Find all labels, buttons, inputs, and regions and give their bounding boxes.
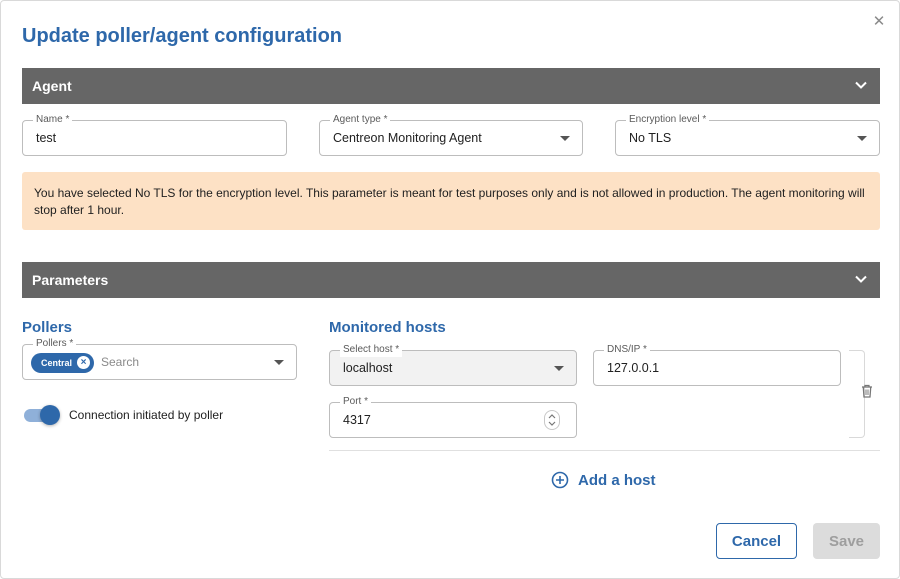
parameters-section-header[interactable]: Parameters (22, 262, 880, 298)
update-config-dialog: Update poller/agent configuration ✕ Agen… (0, 0, 900, 579)
add-host-button[interactable]: Add a host (551, 471, 656, 489)
hosts-divider (329, 450, 880, 451)
dropdown-arrow-icon[interactable] (560, 136, 570, 141)
close-icon[interactable]: ✕ (871, 14, 887, 30)
remove-chip-icon[interactable]: × (77, 356, 91, 369)
dropdown-arrow-icon[interactable] (554, 366, 564, 371)
agent-type-value: Centreon Monitoring Agent (333, 131, 482, 145)
pollers-search-input[interactable]: Search (101, 345, 139, 379)
select-host-field[interactable]: Select host * localhost (329, 343, 577, 386)
encryption-level-value: No TLS (629, 131, 672, 145)
delete-host-icon[interactable] (861, 384, 873, 398)
poller-chip[interactable]: Central × (31, 353, 95, 373)
encryption-level-select[interactable]: Encryption level * No TLS (615, 113, 880, 156)
parameters-section-title: Parameters (32, 272, 109, 288)
agent-section-header[interactable]: Agent (22, 68, 880, 104)
port-stepper[interactable] (544, 410, 560, 430)
agent-type-select[interactable]: Agent type * Centreon Monitoring Agent (319, 113, 583, 156)
dns-ip-value[interactable]: 127.0.0.1 (607, 351, 659, 385)
pollers-autocomplete[interactable]: Pollers * Central × Search (22, 337, 297, 380)
add-host-label: Add a host (578, 471, 656, 489)
pollers-field-label: Pollers * (33, 337, 77, 351)
cancel-button[interactable]: Cancel (716, 523, 797, 559)
chevron-down-icon[interactable] (548, 421, 556, 426)
chevron-down-icon[interactable] (854, 272, 868, 286)
pollers-heading: Pollers (22, 319, 73, 336)
chevron-up-icon[interactable] (548, 414, 556, 419)
poller-chip-label: Central (41, 358, 73, 368)
save-button[interactable]: Save (813, 523, 880, 559)
port-value[interactable]: 4317 (343, 403, 371, 437)
add-circle-icon (551, 471, 569, 489)
connection-initiated-toggle[interactable] (22, 404, 62, 426)
dialog-title: Update poller/agent configuration (22, 25, 343, 47)
dropdown-arrow-icon[interactable] (857, 136, 867, 141)
chevron-down-icon[interactable] (854, 78, 868, 92)
toggle-thumb[interactable] (40, 405, 60, 425)
name-field-value[interactable]: test (36, 121, 56, 155)
dropdown-arrow-icon[interactable] (274, 360, 284, 365)
name-field[interactable]: Name * test (22, 113, 287, 156)
dns-ip-field[interactable]: DNS/IP * 127.0.0.1 (593, 343, 841, 386)
port-field[interactable]: Port * 4317 (329, 395, 577, 438)
connection-initiated-label: Connection initiated by poller (69, 408, 224, 422)
select-host-value: localhost (343, 361, 393, 375)
no-tls-warning: You have selected No TLS for the encrypt… (22, 172, 880, 230)
agent-section-title: Agent (32, 78, 72, 94)
monitored-hosts-heading: Monitored hosts (329, 319, 446, 336)
